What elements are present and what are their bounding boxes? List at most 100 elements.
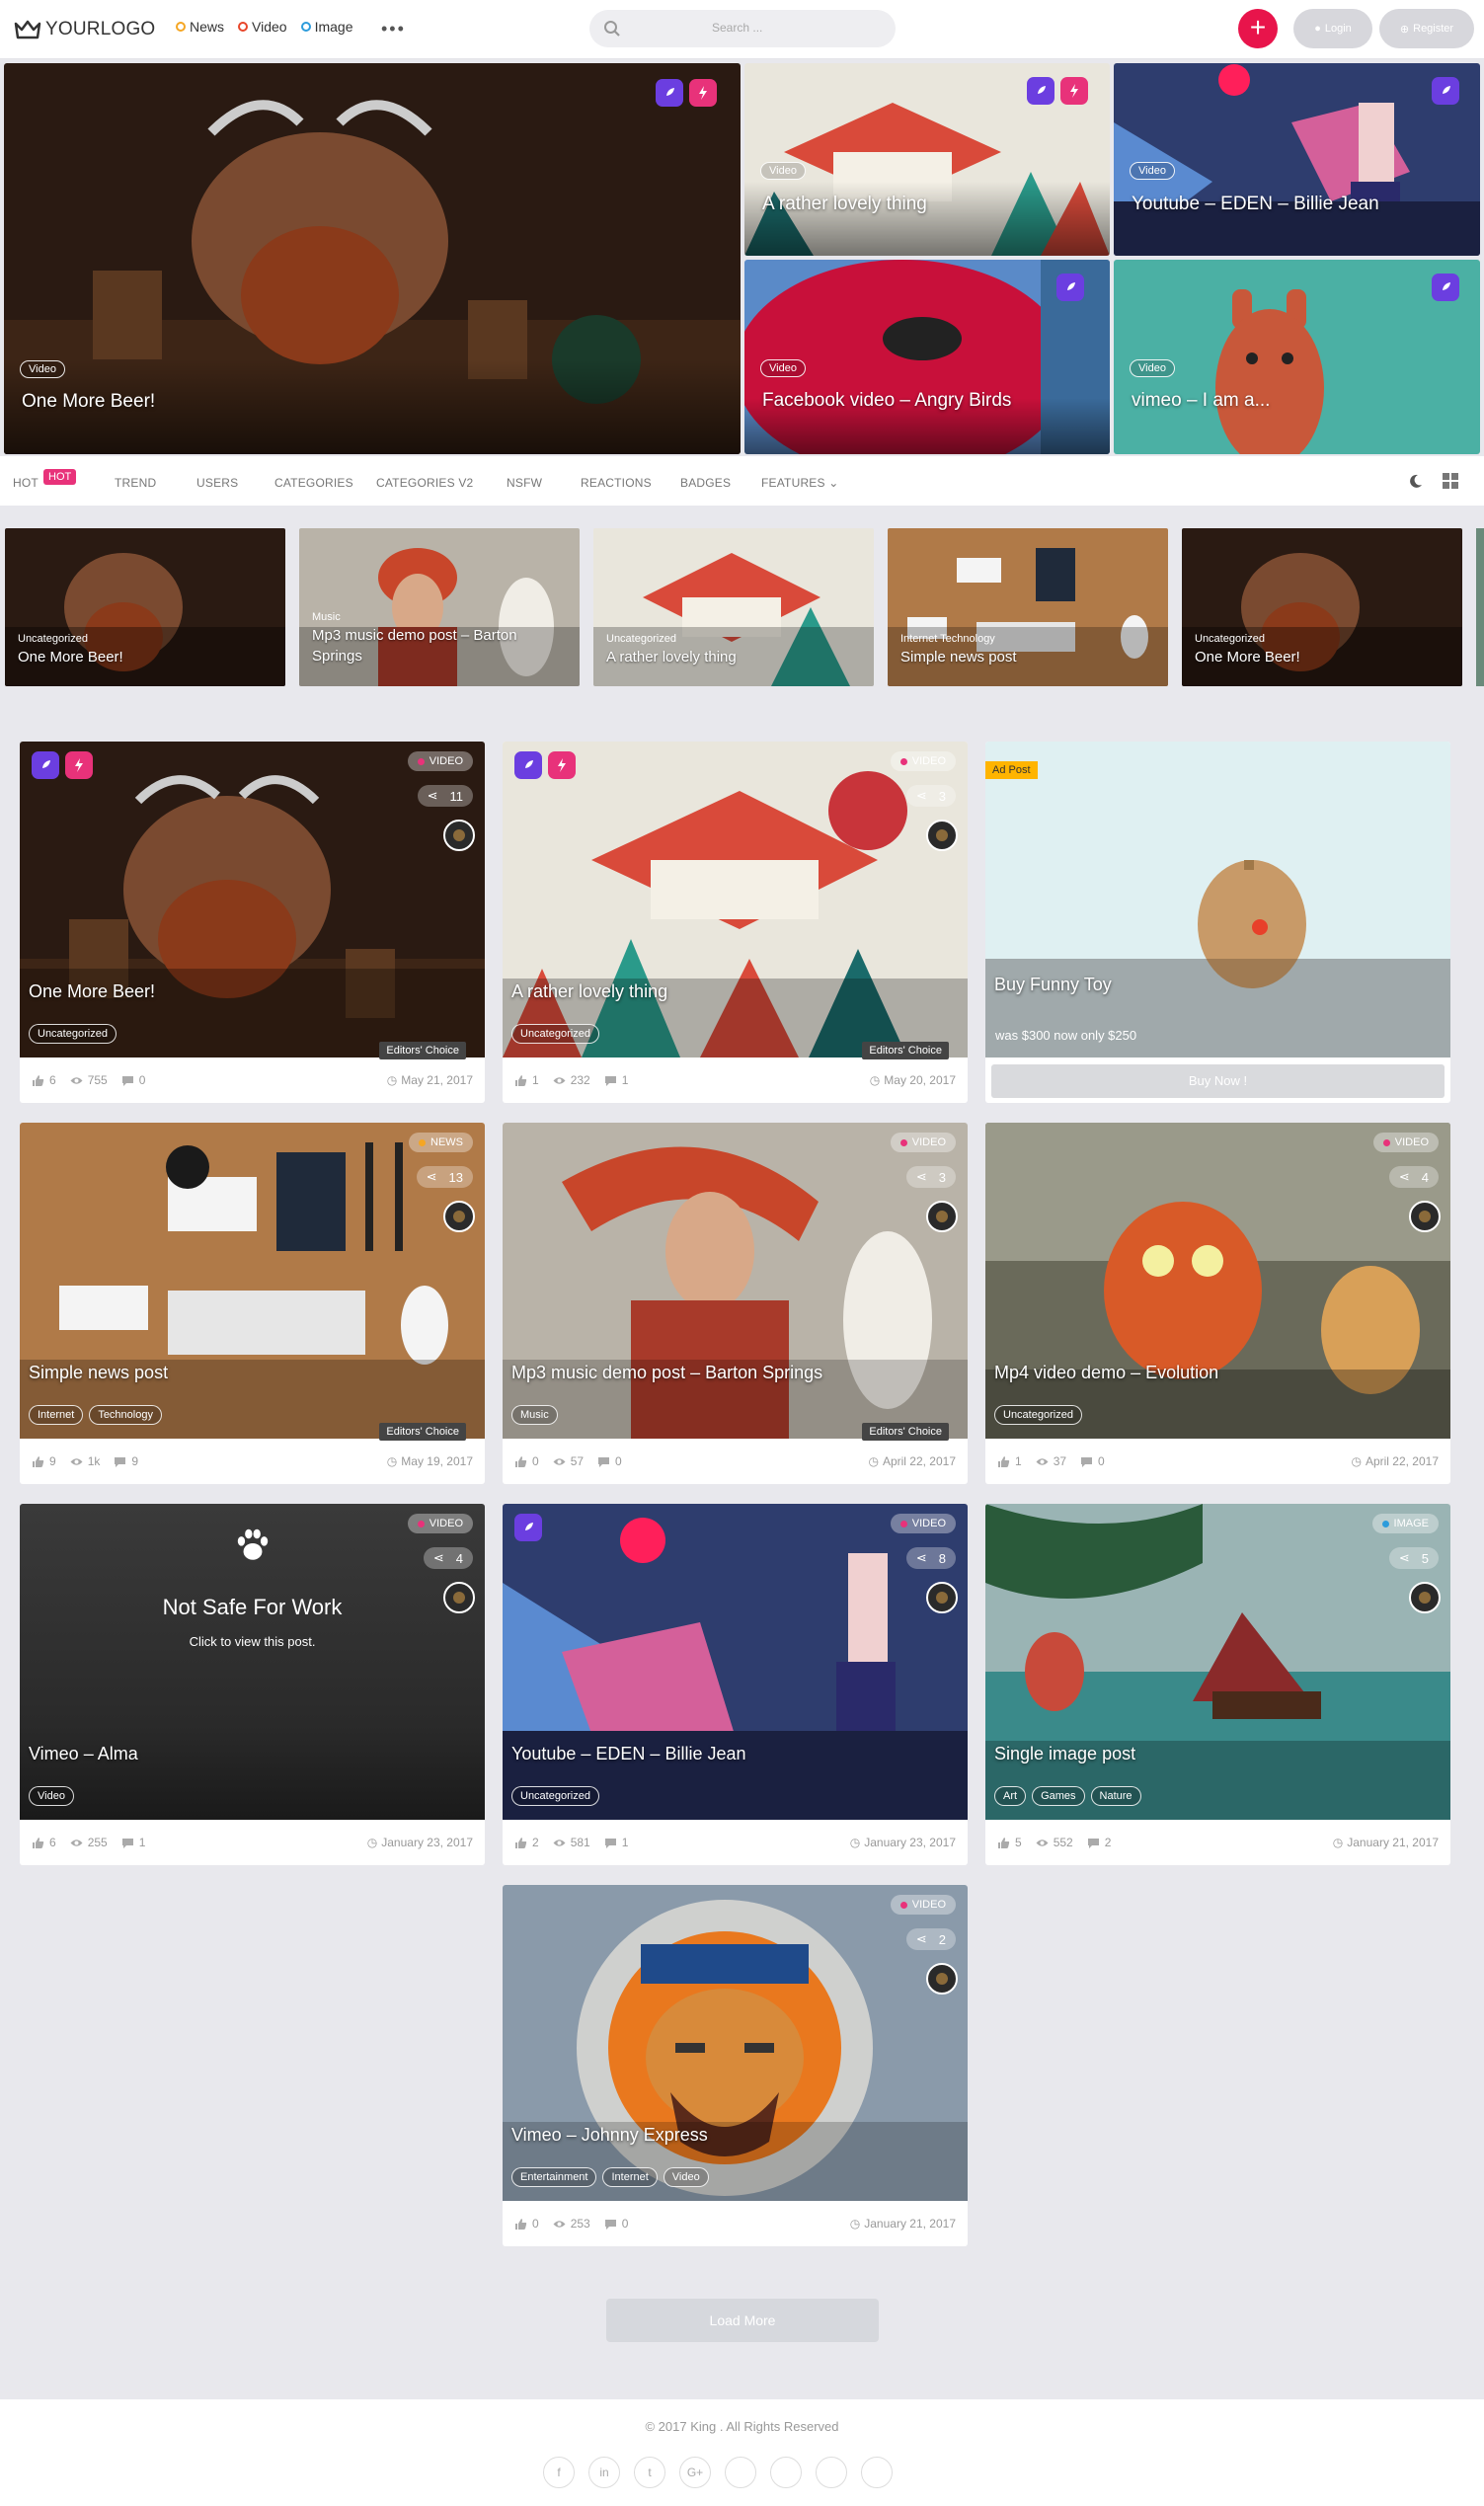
post-tag[interactable]: Music	[511, 1405, 558, 1425]
comments-stat[interactable]: 0	[604, 2217, 628, 2231]
featured-title[interactable]: Youtube – EDEN – Billie Jean	[1132, 194, 1379, 215]
post-image[interactable]: VIDEO ⋖ 3 Mp3 music demo post – Barton Sp…	[503, 1123, 968, 1439]
buy-now-button[interactable]: Buy Now !	[991, 1064, 1445, 1098]
post-tag[interactable]: Entertainment	[511, 2167, 597, 2187]
post-card[interactable]: IMAGE ⋖ 5 Single image post Art Games Natur…	[985, 1504, 1450, 1865]
post-type-badge[interactable]: VIDEO	[407, 751, 473, 771]
post-type-badge[interactable]: VIDEO	[890, 1895, 956, 1915]
comments-stat[interactable]: 0	[1080, 1454, 1105, 1468]
post-image[interactable]: VIDEO ⋖ 2 Vimeo – Johnny Express Entertai…	[503, 1885, 968, 2201]
post-type-badge[interactable]: VIDEO	[890, 1514, 956, 1533]
slider-item[interactable]: Music Mp3 music demo post – Barton Sprin…	[299, 528, 580, 686]
slider-item[interactable]: Internet Technology Simple news post	[888, 528, 1168, 686]
register-button[interactable]: ⊕ Register	[1379, 9, 1474, 48]
social-icon[interactable]	[861, 2457, 893, 2488]
slider-title[interactable]: One More Beer!	[1195, 647, 1300, 667]
post-title[interactable]: Vimeo – Johnny Express	[511, 2125, 708, 2146]
post-card[interactable]: VIDEO ⋖ 3 A rather lovely thing Uncategor…	[503, 742, 968, 1103]
share-button[interactable]: ⋖ 11	[417, 785, 473, 807]
slider-item[interactable]: Uncategorized A rather lovely thing	[593, 528, 874, 686]
likes-stat[interactable]: 2	[514, 1836, 539, 1849]
likes-stat[interactable]: 6	[32, 1073, 56, 1087]
linkedin-icon[interactable]: in	[588, 2457, 620, 2488]
post-card[interactable]: Not Safe For Work Click to view this pos…	[20, 1504, 485, 1865]
share-button[interactable]: ⋖ 3	[905, 1166, 956, 1188]
post-image[interactable]: VIDEO ⋖ 11 One More Beer! Uncategorized	[20, 742, 485, 1057]
likes-stat[interactable]: 5	[997, 1836, 1022, 1849]
more-menu-button[interactable]: •••	[381, 19, 406, 39]
tab-nsfw[interactable]: NSFW	[507, 476, 542, 490]
featured-tag[interactable]: Video	[760, 162, 806, 180]
comments-stat[interactable]: 1	[121, 1836, 145, 1849]
post-type-badge[interactable]: VIDEO	[407, 1514, 473, 1533]
share-button[interactable]: ⋖ 3	[905, 785, 956, 807]
post-image[interactable]: IMAGE ⋖ 5 Single image post Art Games Natur…	[985, 1504, 1450, 1820]
tab-categories[interactable]: CATEGORIES	[274, 476, 353, 490]
slider-category[interactable]: Uncategorized	[1195, 633, 1265, 645]
featured-title[interactable]: vimeo – I am a...	[1132, 390, 1270, 412]
post-title[interactable]: A rather lovely thing	[511, 981, 667, 1002]
post-tag[interactable]: Internet	[602, 2167, 658, 2187]
post-card[interactable]: VIDEO ⋖ 11 One More Beer! Uncategorized E…	[20, 742, 485, 1103]
post-type-badge[interactable]: VIDEO	[1372, 1133, 1439, 1152]
google-plus-icon[interactable]: G+	[679, 2457, 711, 2488]
grid-view-toggle[interactable]	[1442, 472, 1459, 490]
author-avatar[interactable]	[926, 820, 958, 851]
ad-card[interactable]: Ad Post Buy Funny Toy was $300 now only …	[985, 742, 1450, 1103]
tab-features[interactable]: FEATURES ⌄	[761, 476, 839, 490]
featured-tag[interactable]: Video	[20, 360, 65, 378]
slider-category[interactable]: Uncategorized	[18, 633, 88, 645]
ad-title[interactable]: Buy Funny Toy	[994, 975, 1112, 995]
slider-item[interactable]: Uncategorized One More Beer!	[5, 528, 285, 686]
post-title[interactable]: Mp4 video demo – Evolution	[994, 1363, 1218, 1383]
post-tag[interactable]: Games	[1032, 1786, 1085, 1806]
post-image[interactable]: Not Safe For Work Click to view this pos…	[20, 1504, 485, 1820]
create-post-button[interactable]: +	[1238, 9, 1278, 48]
slider-category[interactable]: Music	[312, 611, 341, 623]
post-title[interactable]: Vimeo – Alma	[29, 1744, 138, 1764]
likes-stat[interactable]: 9	[32, 1454, 56, 1468]
featured-tag[interactable]: Video	[1130, 359, 1175, 377]
tab-badges[interactable]: BADGES	[680, 476, 731, 490]
slider-title[interactable]: One More Beer!	[18, 647, 274, 667]
slider-category[interactable]: Internet Technology	[900, 633, 995, 645]
featured-title[interactable]: One More Beer!	[22, 391, 155, 413]
author-avatar[interactable]	[443, 820, 475, 851]
nav-image[interactable]: Image	[300, 19, 353, 35]
nav-news[interactable]: News	[176, 19, 224, 35]
likes-stat[interactable]: 0	[514, 1454, 539, 1468]
slider-title[interactable]: A rather lovely thing	[606, 647, 737, 667]
slider-next-peek[interactable]	[1476, 528, 1484, 686]
post-title[interactable]: Single image post	[994, 1744, 1135, 1764]
featured-item[interactable]: Video Youtube – EDEN – Billie Jean	[1114, 63, 1480, 256]
featured-item[interactable]: Video A rather lovely thing	[744, 63, 1110, 256]
featured-title[interactable]: Facebook video – Angry Birds	[762, 390, 1011, 412]
post-tag[interactable]: Video	[663, 2167, 709, 2187]
post-image[interactable]: VIDEO ⋖ 3 A rather lovely thing Uncategor…	[503, 742, 968, 1057]
post-type-badge[interactable]: IMAGE	[1371, 1514, 1439, 1533]
post-tag[interactable]: Nature	[1090, 1786, 1141, 1806]
tab-trend[interactable]: TREND	[115, 476, 156, 490]
post-type-badge[interactable]: NEWS	[409, 1133, 473, 1152]
post-card[interactable]: VIDEO ⋖ 3 Mp3 music demo post – Barton Sp…	[503, 1123, 968, 1484]
author-avatar[interactable]	[1409, 1201, 1441, 1232]
dark-mode-toggle[interactable]	[1408, 473, 1424, 489]
post-tag[interactable]: Art	[994, 1786, 1027, 1806]
likes-stat[interactable]: 1	[997, 1454, 1022, 1468]
post-image[interactable]: VIDEO ⋖ 8 Youtube – EDEN – Billie Jean Un…	[503, 1504, 968, 1820]
post-tag[interactable]: Uncategorized	[29, 1024, 117, 1044]
tab-hot[interactable]: HOT	[13, 476, 39, 490]
post-card[interactable]: VIDEO ⋖ 8 Youtube – EDEN – Billie Jean Un…	[503, 1504, 968, 1865]
post-type-badge[interactable]: VIDEO	[890, 1133, 956, 1152]
author-avatar[interactable]	[926, 1963, 958, 1995]
likes-stat[interactable]: 1	[514, 1073, 539, 1087]
nsfw-reveal-link[interactable]: Click to view this post.	[20, 1634, 485, 1649]
post-tag[interactable]: Uncategorized	[511, 1024, 599, 1044]
login-button[interactable]: ● Login	[1293, 9, 1372, 48]
tab-categories-v2[interactable]: CATEGORIES V2	[376, 476, 473, 490]
slider-category[interactable]: Uncategorized	[606, 633, 676, 645]
featured-item[interactable]: Video vimeo – I am a...	[1114, 260, 1480, 454]
comments-stat[interactable]: 2	[1087, 1836, 1111, 1849]
author-avatar[interactable]	[1409, 1582, 1441, 1613]
twitter-icon[interactable]: t	[634, 2457, 665, 2488]
